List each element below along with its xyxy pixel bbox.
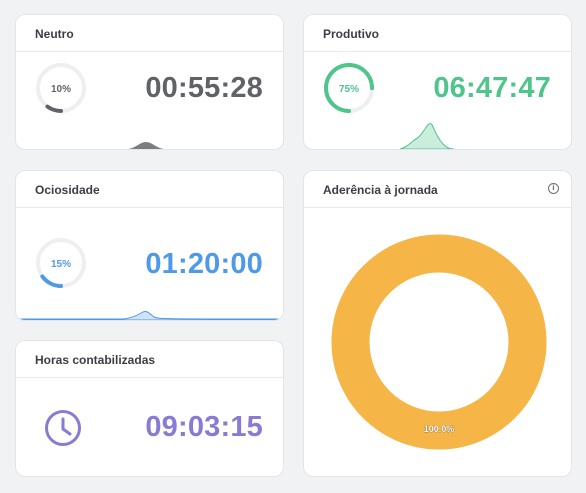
- hours-time: 09:03:15: [145, 411, 263, 443]
- hours-card-title: Horas contabilizadas: [16, 341, 283, 378]
- productive-percent-gauge: 75%: [324, 63, 374, 113]
- info-icon[interactable]: i: [548, 183, 559, 194]
- neutral-percent-gauge: 10%: [36, 63, 86, 113]
- neutral-percent-label: 10%: [51, 84, 71, 95]
- clock-icon: [45, 410, 81, 446]
- neutral-card-title: Neutro: [16, 15, 283, 52]
- adherence-value-label: 100.0%: [424, 424, 455, 434]
- neutral-sparkline: [128, 142, 164, 149]
- idle-percent-gauge: 15%: [36, 238, 86, 288]
- idle-sparkline: [16, 311, 283, 320]
- hours-card: Horas contabilizadas 09:03:15: [15, 340, 284, 477]
- adherence-title-text: Aderência à jornada: [323, 183, 438, 197]
- adherence-donut-chart: 100.0%: [331, 234, 547, 450]
- neutral-time: 00:55:28: [145, 72, 263, 104]
- idle-time: 01:20:00: [145, 248, 263, 280]
- productive-card-title: Produtivo: [304, 15, 571, 52]
- idle-card-title: Ociosidade: [16, 171, 283, 208]
- productive-time: 06:47:47: [433, 72, 551, 104]
- productive-card: Produtivo 75% 06:47:47: [303, 14, 572, 150]
- productive-percent-label: 75%: [339, 84, 359, 95]
- adherence-card: Aderência à jornada i 100.0%: [303, 170, 572, 477]
- productive-sparkline: [399, 123, 455, 149]
- neutral-card: Neutro 10% 00:55:28: [15, 14, 284, 150]
- idle-percent-label: 15%: [51, 259, 71, 270]
- idle-card: Ociosidade 15% 01:20:00: [15, 170, 284, 321]
- adherence-card-title: Aderência à jornada i: [304, 171, 571, 208]
- adherence-donut-segment: [331, 234, 547, 450]
